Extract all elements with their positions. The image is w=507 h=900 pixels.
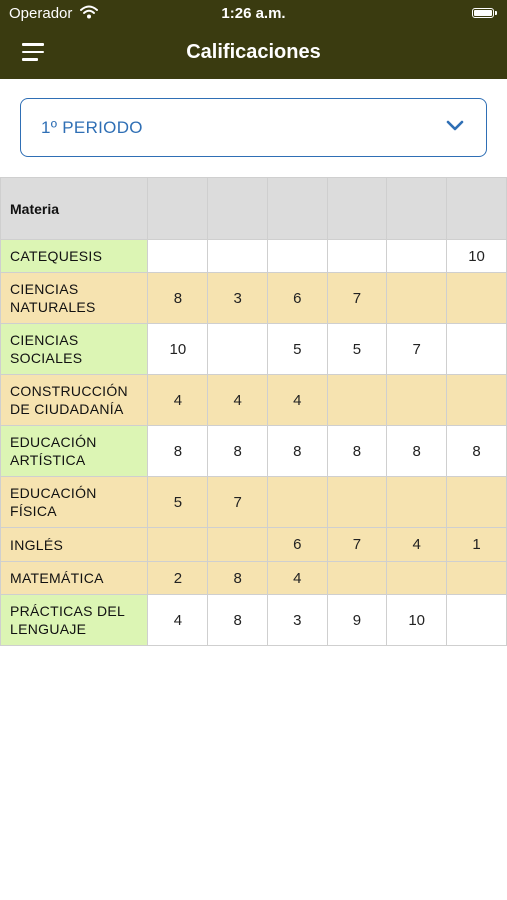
grade-cell <box>326 239 388 273</box>
table-row: CIENCIAS SOCIALES 10 5 5 7 <box>0 323 507 375</box>
grade-cell: 8 <box>207 425 268 477</box>
grade-cell: 7 <box>386 323 448 375</box>
grade-cell: 8 <box>207 561 268 595</box>
grade-cell: 7 <box>326 527 388 562</box>
app-header: Operador 1:26 a.m. Calificaciones <box>0 0 507 79</box>
table-row: PRÁCTICAS DEL LENGUAJE 4 8 3 9 10 <box>0 594 507 646</box>
table-row: CIENCIAS NATURALES 8 3 6 7 <box>0 272 507 324</box>
subject-cell: INGLÉS <box>0 527 149 562</box>
grade-cell <box>446 374 507 426</box>
page-title: Calificaciones <box>186 41 321 63</box>
grade-cell: 6 <box>266 272 328 324</box>
grade-cell: 4 <box>386 527 448 562</box>
grade-cell: 8 <box>266 425 328 477</box>
grade-cell <box>326 476 388 528</box>
grade-cell: 3 <box>207 272 268 324</box>
grade-cell: 4 <box>266 561 328 595</box>
grade-cell: 5 <box>326 323 388 375</box>
table-row: CATEQUESIS 10 <box>0 239 507 273</box>
subject-column-header: Materia <box>0 177 149 240</box>
grade-cell <box>386 561 448 595</box>
grade-column-header <box>147 177 209 240</box>
grade-cell: 4 <box>266 374 328 426</box>
grade-cell <box>386 239 448 273</box>
grade-column-header <box>207 177 268 240</box>
grade-cell: 8 <box>147 425 209 477</box>
grade-cell: 10 <box>147 323 209 375</box>
grade-cell <box>386 476 448 528</box>
grade-cell <box>266 239 328 273</box>
chevron-down-icon <box>446 119 464 131</box>
grade-cell: 10 <box>446 239 507 273</box>
grade-cell <box>386 272 448 324</box>
subject-cell: CIENCIAS SOCIALES <box>0 323 149 375</box>
grade-cell <box>147 239 209 273</box>
table-row: EDUCACIÓN ARTÍSTICA 8 8 8 8 8 8 <box>0 425 507 477</box>
grade-cell: 3 <box>266 594 328 646</box>
grade-cell: 4 <box>207 374 268 426</box>
grade-cell <box>207 239 268 273</box>
grade-cell <box>446 594 507 646</box>
table-row: MATEMÁTICA 2 8 4 <box>0 561 507 595</box>
grade-cell: 4 <box>147 594 209 646</box>
grade-column-header <box>386 177 448 240</box>
subject-cell: PRÁCTICAS DEL LENGUAJE <box>0 594 149 646</box>
period-dropdown-value: 1º PERIODO <box>41 118 143 137</box>
grade-cell <box>446 561 507 595</box>
grade-cell: 7 <box>207 476 268 528</box>
grade-cell <box>326 374 388 426</box>
grade-cell: 1 <box>446 527 507 562</box>
table-row: EDUCACIÓN FÍSICA 5 7 <box>0 476 507 528</box>
grade-cell <box>446 323 507 375</box>
grade-cell: 8 <box>446 425 507 477</box>
grade-cell: 9 <box>326 594 388 646</box>
grade-cell <box>207 527 268 562</box>
subject-cell: MATEMÁTICA <box>0 561 149 595</box>
grade-cell: 8 <box>147 272 209 324</box>
status-bar: Operador 1:26 a.m. <box>0 0 507 28</box>
grade-cell: 8 <box>207 594 268 646</box>
grade-cell <box>326 561 388 595</box>
grade-cell: 4 <box>147 374 209 426</box>
subject-cell: EDUCACIÓN FÍSICA <box>0 476 149 528</box>
grade-cell: 5 <box>147 476 209 528</box>
grade-cell <box>446 272 507 324</box>
subject-cell: CIENCIAS NATURALES <box>0 272 149 324</box>
grade-column-header <box>326 177 388 240</box>
grade-cell: 10 <box>386 594 448 646</box>
battery-icon <box>472 8 497 18</box>
subject-cell: CATEQUESIS <box>0 239 149 273</box>
grade-cell: 7 <box>326 272 388 324</box>
grade-cell: 8 <box>326 425 388 477</box>
table-header-row: Materia <box>0 177 507 240</box>
grade-cell <box>446 476 507 528</box>
grades-table: Materia CATEQUESIS 10 CIENCIAS NATURALES… <box>0 177 507 646</box>
table-row: INGLÉS 6 7 4 1 <box>0 527 507 562</box>
clock-label: 1:26 a.m. <box>221 5 286 22</box>
grade-cell: 6 <box>266 527 328 562</box>
period-dropdown[interactable]: 1º PERIODO <box>20 98 487 157</box>
grade-cell <box>207 323 268 375</box>
grade-cell <box>147 527 209 562</box>
grade-column-header <box>266 177 328 240</box>
grade-cell: 2 <box>147 561 209 595</box>
grade-column-header <box>446 177 507 240</box>
grade-cell: 5 <box>266 323 328 375</box>
grade-cell: 8 <box>386 425 448 477</box>
subject-cell: EDUCACIÓN ARTÍSTICA <box>0 425 149 477</box>
grade-cell <box>386 374 448 426</box>
grade-cell <box>266 476 328 528</box>
table-row: CONSTRUCCIÓN DE CIUDADANÍA 4 4 4 <box>0 374 507 426</box>
subject-cell: CONSTRUCCIÓN DE CIUDADANÍA <box>0 374 149 426</box>
